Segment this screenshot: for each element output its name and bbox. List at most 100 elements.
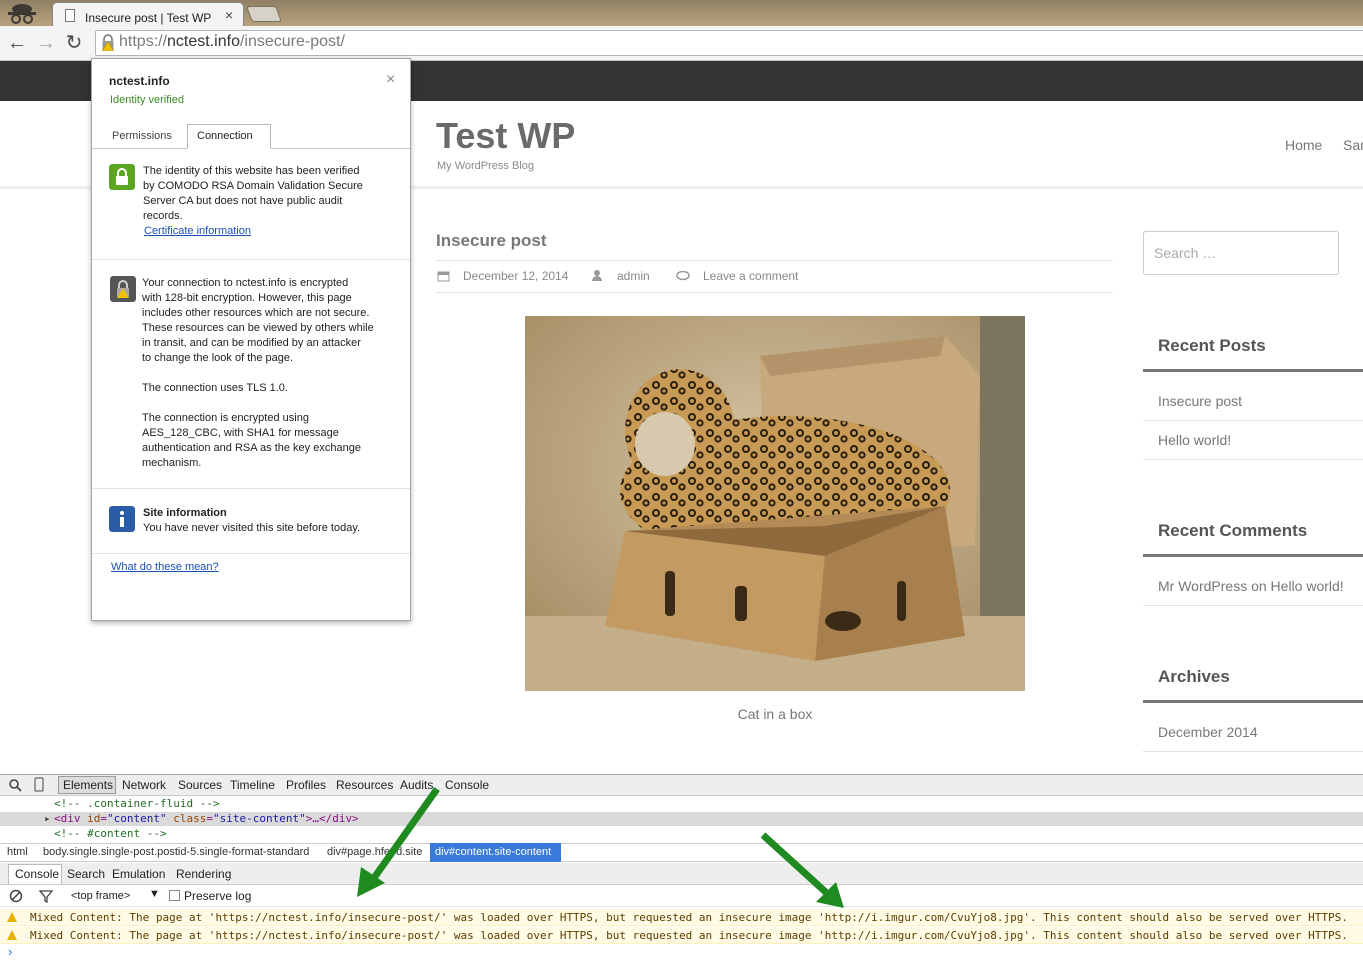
page-url-link[interactable]: https://nctest.info/insecure-post/	[215, 929, 440, 942]
divider	[92, 488, 410, 489]
console-message-text: Mixed Content: The page at 'https://ncte…	[30, 929, 1348, 942]
new-tab-button[interactable]	[246, 6, 282, 22]
divider	[1143, 554, 1363, 557]
tab-elements[interactable]: Elements	[63, 778, 113, 792]
nav-link-sample[interactable]: Sar	[1343, 137, 1363, 153]
tab-sources[interactable]: Sources	[178, 778, 222, 792]
site-title[interactable]: Test WP	[436, 115, 575, 157]
console-message-text: Mixed Content: The page at 'https://ncte…	[30, 911, 1348, 924]
popup-domain: nctest.info	[109, 74, 170, 88]
console-prompt[interactable]: ›	[8, 944, 12, 959]
image-caption: Cat in a box	[737, 706, 813, 722]
back-icon[interactable]: ←	[7, 32, 27, 54]
page-icon	[65, 9, 75, 22]
url-text[interactable]: https://nctest.info/insecure-post/	[119, 33, 345, 51]
identity-text: The identity of this website has been ve…	[143, 165, 363, 222]
certificate-info-link[interactable]: Certificate information	[144, 225, 251, 237]
divider	[436, 260, 1113, 261]
url-path: /insecure-post/	[239, 33, 345, 50]
tab-permissions[interactable]: Permissions	[104, 126, 182, 148]
site-tagline: My WordPress Blog	[437, 160, 534, 172]
url-host: nctest.info	[167, 33, 240, 50]
connection-text: Your connection to nctest.info is encryp…	[142, 277, 374, 364]
recent-comment-link[interactable]: Mr WordPress on Hello world!	[1158, 578, 1344, 594]
device-icon[interactable]	[34, 777, 44, 792]
widget-title-archives: Archives	[1158, 667, 1230, 686]
dom-comment[interactable]: <!-- #content -->	[54, 827, 167, 840]
user-icon	[592, 270, 602, 281]
search-input[interactable]: Search …	[1143, 231, 1339, 275]
warning-icon	[7, 912, 17, 922]
divider	[1143, 420, 1363, 421]
tab-network[interactable]: Network	[122, 778, 166, 792]
divider	[1143, 751, 1363, 752]
drawer-tab-search[interactable]: Search	[67, 867, 105, 881]
divider	[1143, 369, 1363, 372]
tab-console[interactable]: Console	[445, 778, 489, 792]
preserve-log-label: Preserve log	[184, 889, 252, 903]
image-url-link[interactable]: http://i.imgur.com/CvuYjo8.jpg	[825, 911, 1024, 924]
drawer-tab-console[interactable]: Console	[15, 867, 59, 881]
drawer-tab-rendering[interactable]: Rendering	[176, 867, 231, 881]
tab-close-icon[interactable]: ×	[225, 7, 233, 23]
tab-resources[interactable]: Resources	[336, 778, 393, 792]
comment-icon	[676, 271, 690, 281]
browser-tab[interactable]: Insecure post | Test WP ×	[52, 2, 244, 27]
nav-link-home[interactable]: Home	[1285, 137, 1322, 153]
image-url-link[interactable]: http://i.imgur.com/CvuYjo8.jpg	[825, 929, 1024, 942]
widget-title-recent-posts: Recent Posts	[1158, 336, 1266, 355]
identity-status: Identity verified	[110, 94, 184, 106]
incognito-icon	[8, 4, 36, 24]
post-date[interactable]: December 12, 2014	[463, 269, 568, 283]
post-author[interactable]: admin	[617, 269, 650, 283]
clear-console-icon[interactable]	[9, 889, 23, 903]
tab-title: Insecure post | Test WP	[85, 11, 212, 25]
post-title[interactable]: Insecure post	[436, 231, 547, 251]
warning-icon	[7, 930, 17, 940]
verified-lock-icon	[109, 164, 135, 190]
recent-post-link[interactable]: Hello world!	[1158, 432, 1231, 448]
breadcrumb-item[interactable]: body.single.single-post.postid-5.single-…	[43, 846, 309, 858]
divider	[1143, 459, 1363, 460]
forward-icon[interactable]: →	[36, 32, 56, 54]
search-icon[interactable]	[8, 778, 22, 792]
breadcrumb-item-selected[interactable]: div#content.site-content	[430, 843, 561, 862]
divider	[92, 553, 410, 554]
divider	[92, 259, 410, 260]
help-link[interactable]: What do these mean?	[111, 561, 219, 573]
divider	[1143, 700, 1363, 703]
breadcrumb-item[interactable]: html	[7, 846, 28, 858]
recent-post-link[interactable]: Insecure post	[1158, 393, 1242, 409]
chevron-down-icon[interactable]: ▼	[149, 888, 160, 900]
dom-node[interactable]: <div id="content" class="site-content">……	[54, 812, 359, 825]
tls-text: The connection uses TLS 1.0.	[142, 382, 288, 394]
tab-connection[interactable]: Connection	[187, 124, 271, 149]
site-info-title: Site information	[143, 507, 227, 519]
cipher-text: The connection is encrypted using AES_128…	[142, 412, 361, 469]
reload-icon[interactable]: ↻	[64, 32, 84, 54]
tab-audits[interactable]: Audits	[400, 778, 433, 792]
url-scheme: https://	[119, 33, 168, 50]
expand-triangle-icon[interactable]: ▸	[44, 812, 51, 825]
calendar-icon	[437, 271, 450, 282]
post-image	[525, 316, 1025, 691]
info-icon	[109, 506, 135, 532]
divider	[1143, 605, 1363, 606]
dom-comment[interactable]: <!-- .container-fluid -->	[54, 797, 220, 810]
page-url-link[interactable]: https://nctest.info/insecure-post/	[215, 911, 440, 924]
filter-icon[interactable]	[39, 889, 53, 903]
archive-link[interactable]: December 2014	[1158, 724, 1258, 740]
site-info-text: You have never visited this site before …	[143, 522, 361, 534]
tab-timeline[interactable]: Timeline	[230, 778, 275, 792]
drawer-tab-emulation[interactable]: Emulation	[112, 867, 165, 881]
frame-select[interactable]: <top frame>	[71, 890, 130, 902]
warning-lock-icon	[110, 276, 136, 302]
warning-lock-icon[interactable]	[101, 34, 115, 51]
tab-profiles[interactable]: Profiles	[286, 778, 326, 792]
breadcrumb-item[interactable]: div#page.hfeed.site	[327, 846, 422, 858]
close-icon[interactable]: ×	[386, 71, 395, 89]
leave-comment-link[interactable]: Leave a comment	[703, 269, 798, 283]
divider	[436, 292, 1113, 293]
widget-title-recent-comments: Recent Comments	[1158, 521, 1308, 540]
preserve-log-checkbox[interactable]	[169, 890, 180, 901]
